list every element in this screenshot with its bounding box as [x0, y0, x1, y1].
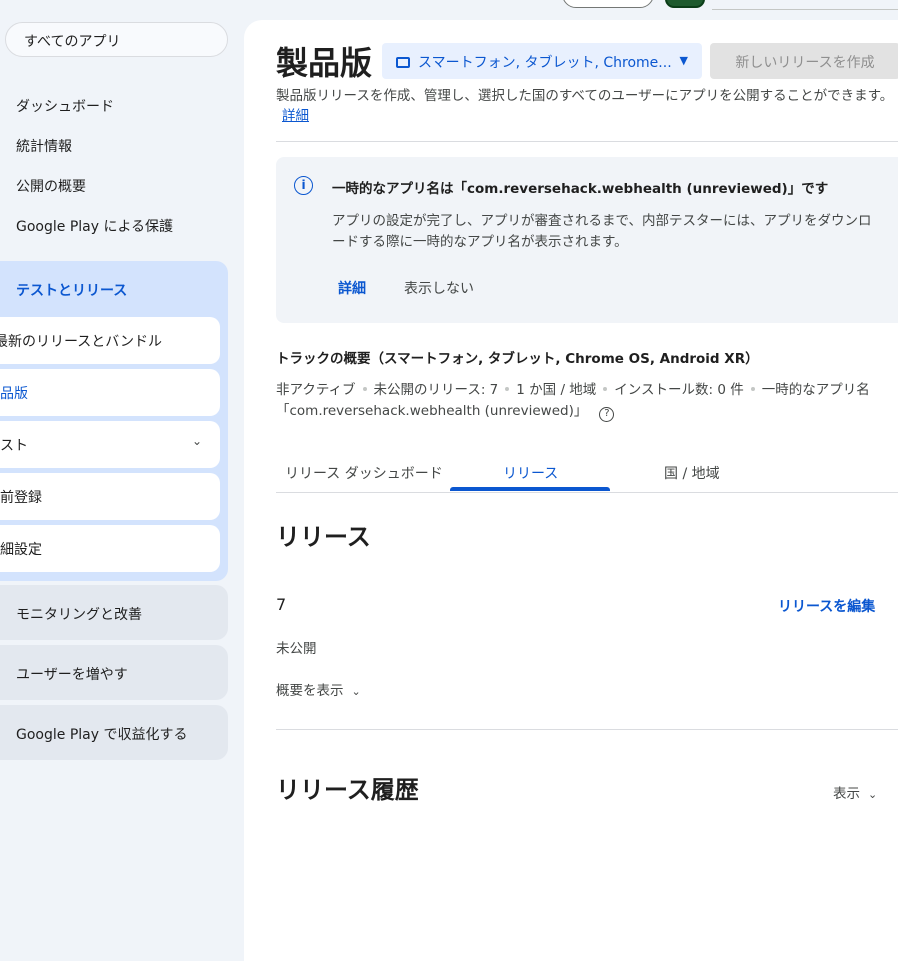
show-summary-toggle[interactable]: 概要を表示 ⌄ — [276, 679, 361, 699]
sidebar-group-title[interactable]: テストとリリース — [16, 280, 127, 300]
create-new-release-button[interactable]: 新しいリリースを作成 — [710, 43, 898, 79]
divider — [276, 141, 898, 142]
search-field[interactable] — [712, 0, 898, 10]
track-countries: 1 か国 / 地域 — [516, 382, 597, 398]
page-description: 製品版リリースを作成、管理し、選択した国のすべてのユーザーにアプリを公開すること… — [276, 86, 896, 126]
sidebar-item-play-protect[interactable]: Google Play による保護 — [16, 216, 173, 236]
details-link[interactable]: 詳細 — [282, 108, 309, 124]
separator-dot — [750, 387, 755, 391]
sidebar-item-label: 詳細設定 — [0, 542, 42, 558]
divider — [276, 729, 898, 730]
release-status: 未公開 — [276, 641, 317, 657]
tab-divider — [276, 492, 898, 493]
sidebar-item-pre-registration[interactable]: 事前登録 — [0, 473, 220, 520]
release-history-heading: リリース履歴 — [276, 776, 419, 804]
track-summary-title: トラックの概要（スマートフォン, タブレット, Chrome OS, Andro… — [276, 351, 759, 367]
tab-release-dashboard[interactable]: リリース ダッシュボード — [285, 463, 443, 483]
sidebar-item-testing[interactable]: テスト ⌄ — [0, 421, 220, 468]
device-select[interactable]: スマートフォン, タブレット, Chrome... ▼ — [382, 43, 702, 79]
separator-dot — [603, 387, 608, 391]
chevron-down-icon: ⌄ — [191, 434, 202, 448]
sidebar-item-label: 製品版 — [0, 386, 28, 402]
track-installs: インストール数: 0 件 — [614, 382, 744, 398]
track-temp-name-value: 「com.reversehack.webhealth (unreviewed)」 — [276, 403, 588, 419]
temporary-name-banner: i 一時的なアプリ名は「com.reversehack.webhealth (u… — [276, 157, 898, 323]
banner-learn-more-button[interactable]: 詳細 — [338, 278, 366, 298]
track-status: 非アクティブ — [276, 382, 356, 398]
app-icon[interactable] — [665, 0, 705, 8]
top-pill-button[interactable] — [562, 0, 654, 8]
caret-down-icon: ▼ — [679, 54, 688, 67]
page-title: 製品版 — [276, 44, 373, 82]
sidebar-group-test-and-release: テストとリリース 最新のリリースとバンドル 製品版 テスト ⌄ 事前登録 詳細設… — [0, 261, 228, 581]
track-summary-meta: 非アクティブ 未公開のリリース: 7 1 か国 / 地域 インストール数: 0 件 一時… — [276, 380, 898, 422]
edit-release-button[interactable]: リリースを編集 — [778, 596, 875, 616]
device-select-label: スマートフォン, タブレット, Chrome... — [418, 55, 672, 71]
sidebar-item-publishing-overview[interactable]: 公開の概要 — [16, 176, 86, 196]
sidebar-item-dashboard[interactable]: ダッシュボード — [16, 96, 114, 116]
sidebar-group-monitoring[interactable]: モニタリングと改善 — [0, 585, 228, 640]
info-icon: i — [294, 176, 313, 195]
tab-countries[interactable]: 国 / 地域 — [664, 463, 720, 483]
banner-title: 一時的なアプリ名は「com.reversehack.webhealth (unr… — [332, 181, 829, 197]
app-root: すべてのアプリ ダッシュボード 統計情報 公開の概要 Google Play に… — [0, 0, 898, 961]
releases-heading: リリース — [276, 523, 371, 551]
tab-bar: リリース ダッシュボード リリース 国 / 地域 — [276, 446, 898, 493]
show-history-label: 表示 — [833, 786, 860, 802]
sidebar-item-production[interactable]: 製品版 — [0, 369, 220, 416]
banner-dismiss-button[interactable]: 表示しない — [404, 278, 474, 298]
track-unpublished: 未公開のリリース: 7 — [373, 382, 499, 398]
track-temp-name-label: 一時的なアプリ名 — [761, 382, 870, 398]
sidebar-item-label: 事前登録 — [0, 490, 42, 506]
sidebar-item-latest-releases[interactable]: 最新のリリースとバンドル — [0, 317, 220, 364]
chevron-down-icon: ⌄ — [351, 685, 361, 698]
device-icon — [396, 57, 410, 68]
sidebar-item-advanced-settings[interactable]: 詳細設定 — [0, 525, 220, 572]
show-history-toggle[interactable]: 表示 ⌄ — [833, 782, 877, 802]
separator-dot — [505, 387, 510, 391]
separator-dot — [362, 387, 367, 391]
sidebar-group-monetize[interactable]: Google Play で収益化する — [0, 705, 228, 760]
sidebar-item-statistics[interactable]: 統計情報 — [16, 136, 72, 156]
main-content: 製品版 スマートフォン, タブレット, Chrome... ▼ 新しいリリースを… — [244, 20, 898, 961]
banner-body: アプリの設定が完了し、アプリが審査されるまで、内部テスターには、アプリをダウンロ… — [332, 213, 872, 250]
all-apps-button[interactable]: すべてのアプリ — [5, 22, 228, 57]
sidebar-item-label: 最新のリリースとバンドル — [0, 334, 162, 350]
show-summary-label: 概要を表示 — [276, 683, 344, 699]
sidebar: すべてのアプリ ダッシュボード 統計情報 公開の概要 Google Play に… — [0, 0, 244, 961]
help-icon[interactable]: ? — [599, 407, 615, 422]
sidebar-group-grow-users[interactable]: ユーザーを増やす — [0, 645, 228, 700]
chevron-down-icon: ⌄ — [868, 788, 878, 801]
tab-releases[interactable]: リリース — [503, 463, 558, 483]
release-number: 7 — [276, 595, 287, 614]
sidebar-item-label: テスト — [0, 438, 28, 454]
active-tab-indicator — [450, 487, 610, 491]
page-description-text: 製品版リリースを作成、管理し、選択した国のすべてのユーザーにアプリを公開すること… — [276, 88, 894, 104]
